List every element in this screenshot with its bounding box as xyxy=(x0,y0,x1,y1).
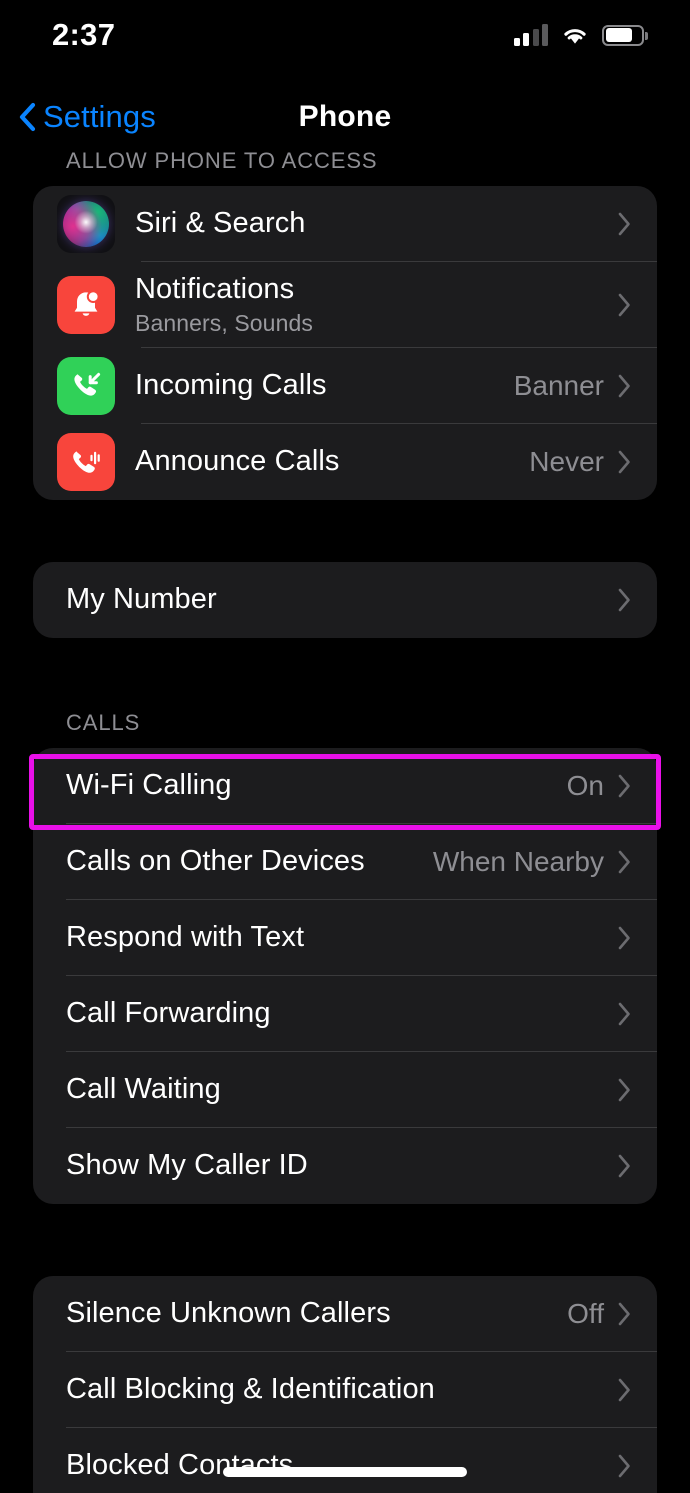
row-text: Incoming Calls xyxy=(135,369,514,402)
row-subtitle: Banners, Sounds xyxy=(135,310,313,337)
row-label: Call Forwarding xyxy=(66,997,271,1030)
battery-icon xyxy=(602,24,648,46)
chevron-right-icon xyxy=(618,1078,631,1102)
row-text: Respond with Text xyxy=(66,921,618,954)
section-header-allow-phone-to-access: ALLOW PHONE TO ACCESS xyxy=(66,148,378,173)
chevron-right-icon xyxy=(618,1302,631,1326)
chevron-right-icon xyxy=(618,212,631,236)
row-label: Call Waiting xyxy=(66,1073,221,1106)
row-text: Call Waiting xyxy=(66,1073,618,1106)
row-label: Wi-Fi Calling xyxy=(66,769,232,802)
chevron-right-icon xyxy=(618,850,631,874)
chevron-right-icon xyxy=(618,293,631,317)
row-notifications[interactable]: Notifications Banners, Sounds xyxy=(33,262,657,348)
row-my-number[interactable]: My Number xyxy=(33,562,657,638)
row-label: Notifications xyxy=(135,272,295,305)
chevron-right-icon xyxy=(618,926,631,950)
row-text: Wi-Fi Calling xyxy=(66,769,567,802)
row-text: My Number xyxy=(66,583,618,616)
row-text: Show My Caller ID xyxy=(66,1149,618,1182)
wifi-icon xyxy=(561,25,589,46)
chevron-right-icon xyxy=(618,774,631,798)
row-text: Announce Calls xyxy=(135,445,529,478)
chevron-right-icon xyxy=(618,1378,631,1402)
row-label: My Number xyxy=(66,583,217,616)
row-text: Call Blocking & Identification xyxy=(66,1373,618,1406)
row-value: On xyxy=(566,770,604,801)
row-text: Blocked Contacts xyxy=(66,1449,618,1482)
notifications-bell-icon xyxy=(57,276,115,334)
section-card-allow-phone-to-access: Siri & Search Notifications Banners, Sou… xyxy=(33,186,657,500)
row-respond-with-text[interactable]: Respond with Text xyxy=(33,900,657,976)
announce-calls-icon xyxy=(57,433,115,491)
chevron-right-icon xyxy=(618,1002,631,1026)
status-bar-time: 2:37 xyxy=(52,17,116,52)
row-value: Off xyxy=(567,1298,604,1329)
row-text: Call Forwarding xyxy=(66,997,618,1030)
status-bar: 2:37 xyxy=(0,0,690,70)
section-card-my-number: My Number xyxy=(33,562,657,638)
row-label: Silence Unknown Callers xyxy=(66,1297,391,1330)
row-text: Calls on Other Devices xyxy=(66,845,433,878)
chevron-right-icon xyxy=(618,1454,631,1478)
section-card-call-blocking: Silence Unknown Callers Off Call Blockin… xyxy=(33,1276,657,1493)
row-label: Announce Calls xyxy=(135,445,340,478)
section-header-calls: CALLS xyxy=(66,710,141,735)
row-label: Respond with Text xyxy=(66,921,305,954)
chevron-right-icon xyxy=(618,1154,631,1178)
row-wifi-calling[interactable]: Wi-Fi Calling On xyxy=(33,748,657,824)
row-call-blocking-and-identification[interactable]: Call Blocking & Identification xyxy=(33,1352,657,1428)
iphone-screen: 2:37 Settings Phone ALLOW PHONE TO ACCES… xyxy=(0,0,690,1493)
navigation-bar: Settings Phone xyxy=(0,86,690,148)
row-silence-unknown-callers[interactable]: Silence Unknown Callers Off xyxy=(33,1276,657,1352)
section-card-calls: Wi-Fi Calling On Calls on Other Devices … xyxy=(33,748,657,1204)
row-label: Show My Caller ID xyxy=(66,1149,308,1182)
incoming-call-icon xyxy=(57,357,115,415)
row-label: Blocked Contacts xyxy=(66,1449,294,1482)
chevron-right-icon xyxy=(618,588,631,612)
row-value: Banner xyxy=(513,370,604,401)
cellular-signal-icon xyxy=(513,24,548,46)
row-call-waiting[interactable]: Call Waiting xyxy=(33,1052,657,1128)
row-announce-calls[interactable]: Announce Calls Never xyxy=(33,424,657,500)
settings-list: ALLOW PHONE TO ACCESS Siri & Search Noti… xyxy=(0,148,690,1493)
siri-icon xyxy=(57,195,115,253)
row-label: Calls on Other Devices xyxy=(66,845,365,878)
row-siri-and-search[interactable]: Siri & Search xyxy=(33,186,657,262)
row-value: When Nearby xyxy=(432,846,604,877)
row-calls-on-other-devices[interactable]: Calls on Other Devices When Nearby xyxy=(33,824,657,900)
page-title: Phone xyxy=(298,100,392,133)
chevron-right-icon xyxy=(618,450,631,474)
row-label: Call Blocking & Identification xyxy=(66,1373,435,1406)
row-show-my-caller-id[interactable]: Show My Caller ID xyxy=(33,1128,657,1204)
row-incoming-calls[interactable]: Incoming Calls Banner xyxy=(33,348,657,424)
row-blocked-contacts[interactable]: Blocked Contacts xyxy=(33,1428,657,1493)
row-text: Siri & Search xyxy=(135,207,618,240)
status-bar-indicators xyxy=(513,24,648,46)
row-text: Silence Unknown Callers xyxy=(66,1297,567,1330)
row-text: Notifications Banners, Sounds xyxy=(135,273,618,337)
row-label: Siri & Search xyxy=(135,207,306,240)
row-value: Never xyxy=(529,446,604,477)
row-label: Incoming Calls xyxy=(135,369,327,402)
row-call-forwarding[interactable]: Call Forwarding xyxy=(33,976,657,1052)
chevron-right-icon xyxy=(618,374,631,398)
home-indicator xyxy=(223,1467,467,1477)
